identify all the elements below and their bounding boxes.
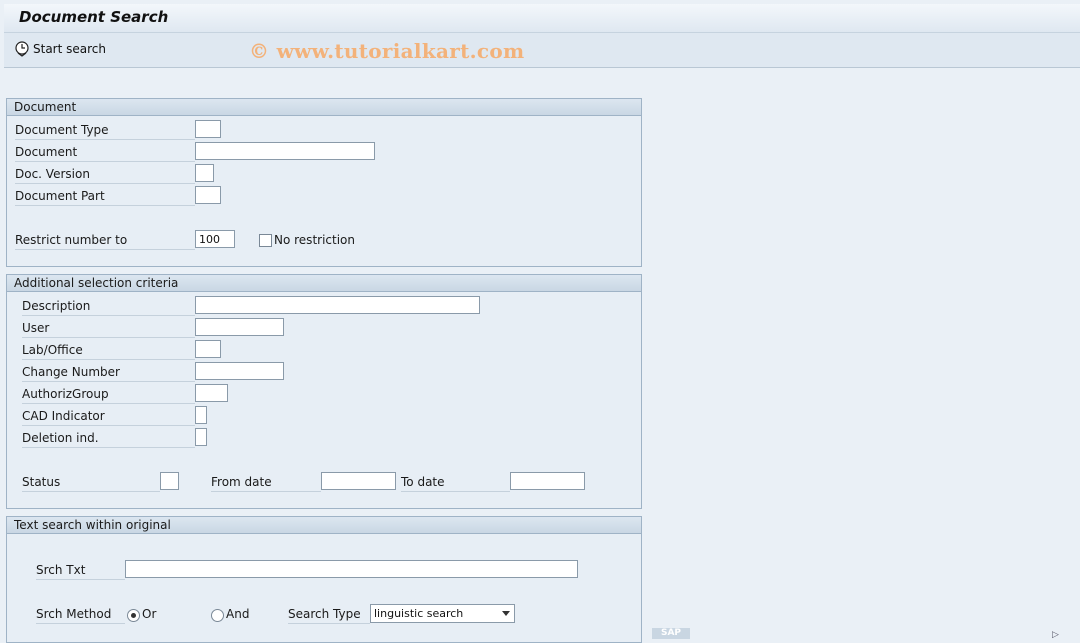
to-date-field[interactable] [510, 472, 585, 490]
no-restriction-checkbox[interactable] [259, 234, 272, 247]
document-type-field[interactable] [195, 120, 221, 138]
status-field[interactable] [160, 472, 179, 490]
deletion-ind-field[interactable] [195, 428, 207, 446]
description-label: Description [22, 298, 195, 316]
restrict-number-field[interactable] [195, 230, 235, 248]
document-type-label: Document Type [15, 122, 195, 140]
change-number-field[interactable] [195, 362, 284, 380]
authoriz-group-label: AuthorizGroup [22, 386, 195, 404]
from-date-field[interactable] [321, 472, 396, 490]
watermark: © www.tutorialkart.com [249, 39, 525, 63]
start-search-button[interactable]: Start search [14, 41, 106, 57]
document-group-title: Document [7, 99, 641, 116]
doc-version-field[interactable] [195, 164, 214, 182]
title-bar: Document Search [4, 4, 1080, 33]
and-label: And [226, 607, 250, 621]
application-toolbar: Start search © www.tutorialkart.com [4, 33, 1080, 68]
document-part-field[interactable] [195, 186, 221, 204]
search-type-value: linguistic search [374, 607, 464, 620]
document-part-label: Document Part [15, 188, 195, 206]
start-search-label: Start search [33, 42, 106, 56]
sap-logo: SAP [652, 628, 690, 639]
user-field[interactable] [195, 318, 284, 336]
lab-office-label: Lab/Office [22, 342, 195, 360]
srch-txt-field[interactable] [125, 560, 578, 578]
search-type-label: Search Type [288, 606, 370, 624]
cad-indicator-field[interactable] [195, 406, 207, 424]
search-type-select[interactable]: linguistic search [370, 604, 515, 623]
user-label: User [22, 320, 195, 338]
document-field[interactable] [195, 142, 375, 160]
description-field[interactable] [195, 296, 480, 314]
page-title: Document Search [19, 8, 169, 26]
srch-method-label: Srch Method [36, 606, 125, 624]
text-search-title: Text search within original [7, 517, 641, 534]
or-label: Or [142, 607, 157, 621]
to-date-label: To date [401, 474, 510, 492]
chevron-down-icon [502, 611, 510, 616]
and-radio[interactable] [211, 609, 224, 622]
authoriz-group-field[interactable] [195, 384, 228, 402]
srch-txt-label: Srch Txt [36, 562, 125, 580]
no-restriction-label: No restriction [274, 233, 355, 247]
or-radio[interactable] [127, 609, 140, 622]
from-date-label: From date [211, 474, 321, 492]
execute-clock-icon [14, 41, 30, 57]
lab-office-field[interactable] [195, 340, 221, 358]
restrict-number-label: Restrict number to [15, 232, 195, 250]
deletion-ind-label: Deletion ind. [22, 430, 195, 448]
change-number-label: Change Number [22, 364, 195, 382]
doc-version-label: Doc. Version [15, 166, 195, 184]
additional-selection-title: Additional selection criteria [7, 275, 641, 292]
cad-indicator-label: CAD Indicator [22, 408, 195, 426]
document-label: Document [15, 144, 195, 162]
status-label: Status [22, 474, 160, 492]
